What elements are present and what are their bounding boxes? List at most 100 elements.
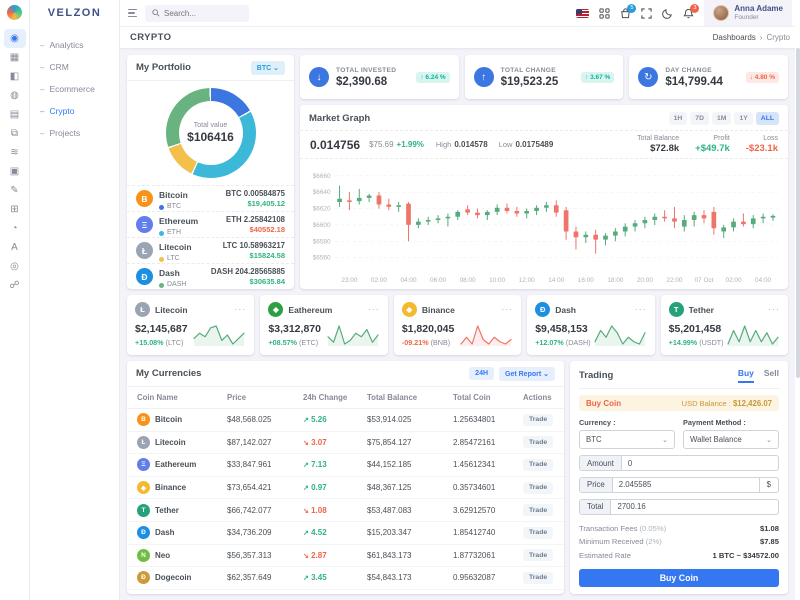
sidebar-item-layouts-icon[interactable]: ◧ [4, 67, 26, 86]
summary-note: (0.05%) [639, 523, 667, 533]
cart-badge: 5 [627, 3, 637, 13]
portfolio-asset-row[interactable]: Ξ Ethereum ETH ETH 2.25842108 $40552.18 [127, 211, 294, 237]
trade-button[interactable]: Trade [523, 571, 554, 584]
user-menu[interactable]: Anna Adame Founder [704, 0, 792, 26]
cell-total-coin: 1.87732061 [453, 550, 496, 560]
payment-method-select[interactable]: Wallet Balance ⌄ [683, 430, 779, 450]
cell-total-balance: $53,914.025 [367, 415, 412, 425]
trade-button[interactable]: Trade [523, 504, 554, 517]
more-options-icon[interactable]: ··· [501, 305, 513, 313]
cell-change: ↗ 3.45 [303, 573, 327, 583]
range-all-button[interactable]: ALL [755, 111, 779, 125]
range-1m-button[interactable]: 1M [712, 111, 732, 125]
icon-rail-items: ◉ ▦ ◧ ◍ ▤ ⧉ ≋ ▣ ✎ ⊞ ◔ A ◎ ☍ [3, 29, 26, 295]
trade-button[interactable]: Trade [523, 458, 554, 471]
brand-logo-text[interactable]: VELZON [30, 0, 119, 26]
table-row-dogecoin[interactable]: Ð Dogecoin $62,357.649 ↗ 3.45 $54,843.173… [127, 567, 564, 590]
range-24h-button[interactable]: 24H [469, 367, 495, 380]
sidebar-item-auth-icon[interactable]: ◍ [4, 86, 26, 105]
tab-sell[interactable]: Sell [764, 368, 779, 383]
sidebar-item-crypto[interactable]: – Crypto [30, 100, 119, 122]
coin-change: -09.21% [401, 338, 429, 347]
asset-amount: ETH 2.25842108 [226, 214, 285, 224]
trade-button[interactable]: Trade [523, 549, 554, 562]
table-row-litecoin[interactable]: Ł Litecoin $87,142.027 ↘ 3.07 $75,854.127… [127, 432, 564, 455]
topbar: 5 3 Anna Adame Founder [120, 0, 800, 26]
portfolio-asset-row[interactable]: Ł Litecoin LTC LTC 10.58963217 $15824.58 [127, 237, 294, 263]
scrollbar-thumb[interactable] [795, 48, 800, 378]
sidebar-item-analytics[interactable]: – Analytics [30, 34, 119, 56]
table-row-tether[interactable]: T Tether $66,742.077 ↘ 1.08 $53,487.083 3… [127, 499, 564, 522]
my-portfolio-card: My Portfolio BTC ⌄ Total value $106416 B… [127, 55, 294, 289]
sidebar: VELZON – Analytics – CRM – Ecommerce – Crypto – P… [30, 0, 120, 600]
sidebar-item-ecommerce[interactable]: – Ecommerce [30, 78, 119, 100]
sidebar-item-advance-ui-icon[interactable]: ▣ [4, 162, 26, 181]
hamburger-icon[interactable] [128, 8, 137, 18]
sidebar-item-pages-icon[interactable]: ▤ [4, 105, 26, 124]
table-row-dash[interactable]: Đ Dash $34,736.209 ↗ 4.52 $15,203.347 1.8… [127, 522, 564, 545]
apps-grid-icon[interactable] [599, 7, 610, 19]
sidebar-item-crm[interactable]: – CRM [30, 56, 119, 78]
cell-total-balance: $15,203.347 [367, 528, 412, 538]
sidebar-item-maps-icon[interactable]: ◎ [4, 257, 26, 276]
table-row-bitcoin[interactable]: B Bitcoin $48,568.025 ↗ 5.26 $53,914.025 … [127, 409, 564, 432]
currency-select[interactable]: BTC ⌄ [579, 430, 675, 450]
coin-value: $9,458,153 [535, 323, 588, 335]
stat-label: DAY CHANGE [665, 66, 712, 74]
candlestick-chart: $6560 $6580 $6600 $6620 $6640 $6660 23:00 02:00… [300, 159, 788, 289]
coin-icon: T [137, 503, 150, 517]
sidebar-item-base-ui-icon[interactable]: ≋ [4, 143, 26, 162]
language-flag-icon[interactable] [576, 8, 590, 18]
breadcrumb-dashboards[interactable]: Dashboards [713, 33, 756, 42]
asset-amount: DASH 204.28565885 [210, 266, 285, 276]
tab-buy[interactable]: Buy [737, 368, 754, 383]
brand-logo-icon[interactable] [7, 5, 22, 20]
more-options-icon[interactable]: ··· [234, 305, 246, 313]
range-7d-button[interactable]: 7D [690, 111, 709, 125]
dark-mode-icon[interactable] [662, 8, 673, 19]
more-options-icon[interactable]: ··· [635, 305, 647, 313]
svg-text:$6620: $6620 [313, 206, 331, 213]
summary-value: $1.08 [759, 523, 779, 533]
high-label: High [435, 140, 452, 149]
search-input[interactable] [164, 8, 238, 18]
day-change-card: ↻ DAY CHANGE $14,799.44 ↓ 4.80 % [629, 55, 789, 99]
more-options-icon[interactable]: ··· [768, 305, 780, 313]
portfolio-currency-dropdown[interactable]: BTC ⌄ [250, 60, 285, 75]
portfolio-asset-row[interactable]: B Bitcoin BTC BTC 0.00584875 $19,405.12 [127, 185, 294, 211]
user-name: Anna Adame [734, 4, 783, 14]
table-row-binance[interactable]: ◆ Binance $73,654.421 ↗ 0.97 $48,367.125 … [127, 477, 564, 500]
range-1h-button[interactable]: 1H [668, 111, 688, 125]
portfolio-asset-row[interactable]: Đ Dash DASH DASH 204.28565885 $30635.84 [127, 263, 294, 289]
total-input[interactable] [611, 499, 778, 514]
trade-button[interactable]: Trade [523, 481, 554, 494]
range-1y-button[interactable]: 1Y [734, 111, 753, 125]
trade-button[interactable]: Trade [523, 413, 554, 426]
cart-icon[interactable]: 5 [620, 3, 637, 19]
more-options-icon[interactable]: ··· [368, 305, 380, 313]
sidebar-item-charts-icon[interactable]: ◔ [4, 219, 26, 238]
coin-icon: ◆ [401, 302, 417, 317]
svg-text:10:00: 10:00 [489, 277, 505, 284]
notifications-bell-icon[interactable]: 3 [683, 3, 700, 19]
amount-input[interactable] [621, 456, 778, 471]
price-input[interactable] [612, 478, 759, 492]
coin-icon: Đ [137, 526, 150, 540]
sidebar-item-dashboards-icon[interactable]: ◉ [3, 29, 26, 48]
sidebar-item-forms-icon[interactable]: ✎ [4, 181, 26, 200]
sidebar-item-projects[interactable]: – Projects [30, 122, 119, 144]
trade-button[interactable]: Trade [523, 436, 554, 449]
fullscreen-icon[interactable] [641, 7, 653, 19]
svg-text:20:00: 20:00 [637, 277, 653, 284]
sidebar-item-widgets-icon[interactable]: ⧉ [4, 124, 26, 143]
table-row-neo[interactable]: N Neo $56,357.313 ↘ 2.87 $61,843.173 1.87… [127, 545, 564, 568]
sidebar-item-apps-icon[interactable]: ▦ [4, 48, 26, 67]
sidebar-item-icons-icon[interactable]: A [4, 238, 26, 257]
trade-button[interactable]: Trade [523, 526, 554, 539]
get-report-dropdown[interactable]: Get Report ⌄ [499, 366, 555, 381]
sidebar-item-tables-icon[interactable]: ⊞ [4, 200, 26, 219]
usd-balance-value: $12,426.07 [732, 398, 772, 408]
buy-coin-button[interactable]: Buy Coin [579, 569, 779, 587]
table-row-eathereum[interactable]: Ξ Eathereum $33,847.961 ↗ 7.13 $44,152.18… [127, 454, 564, 477]
sidebar-item-multilevel-icon[interactable]: ☍ [4, 276, 26, 295]
